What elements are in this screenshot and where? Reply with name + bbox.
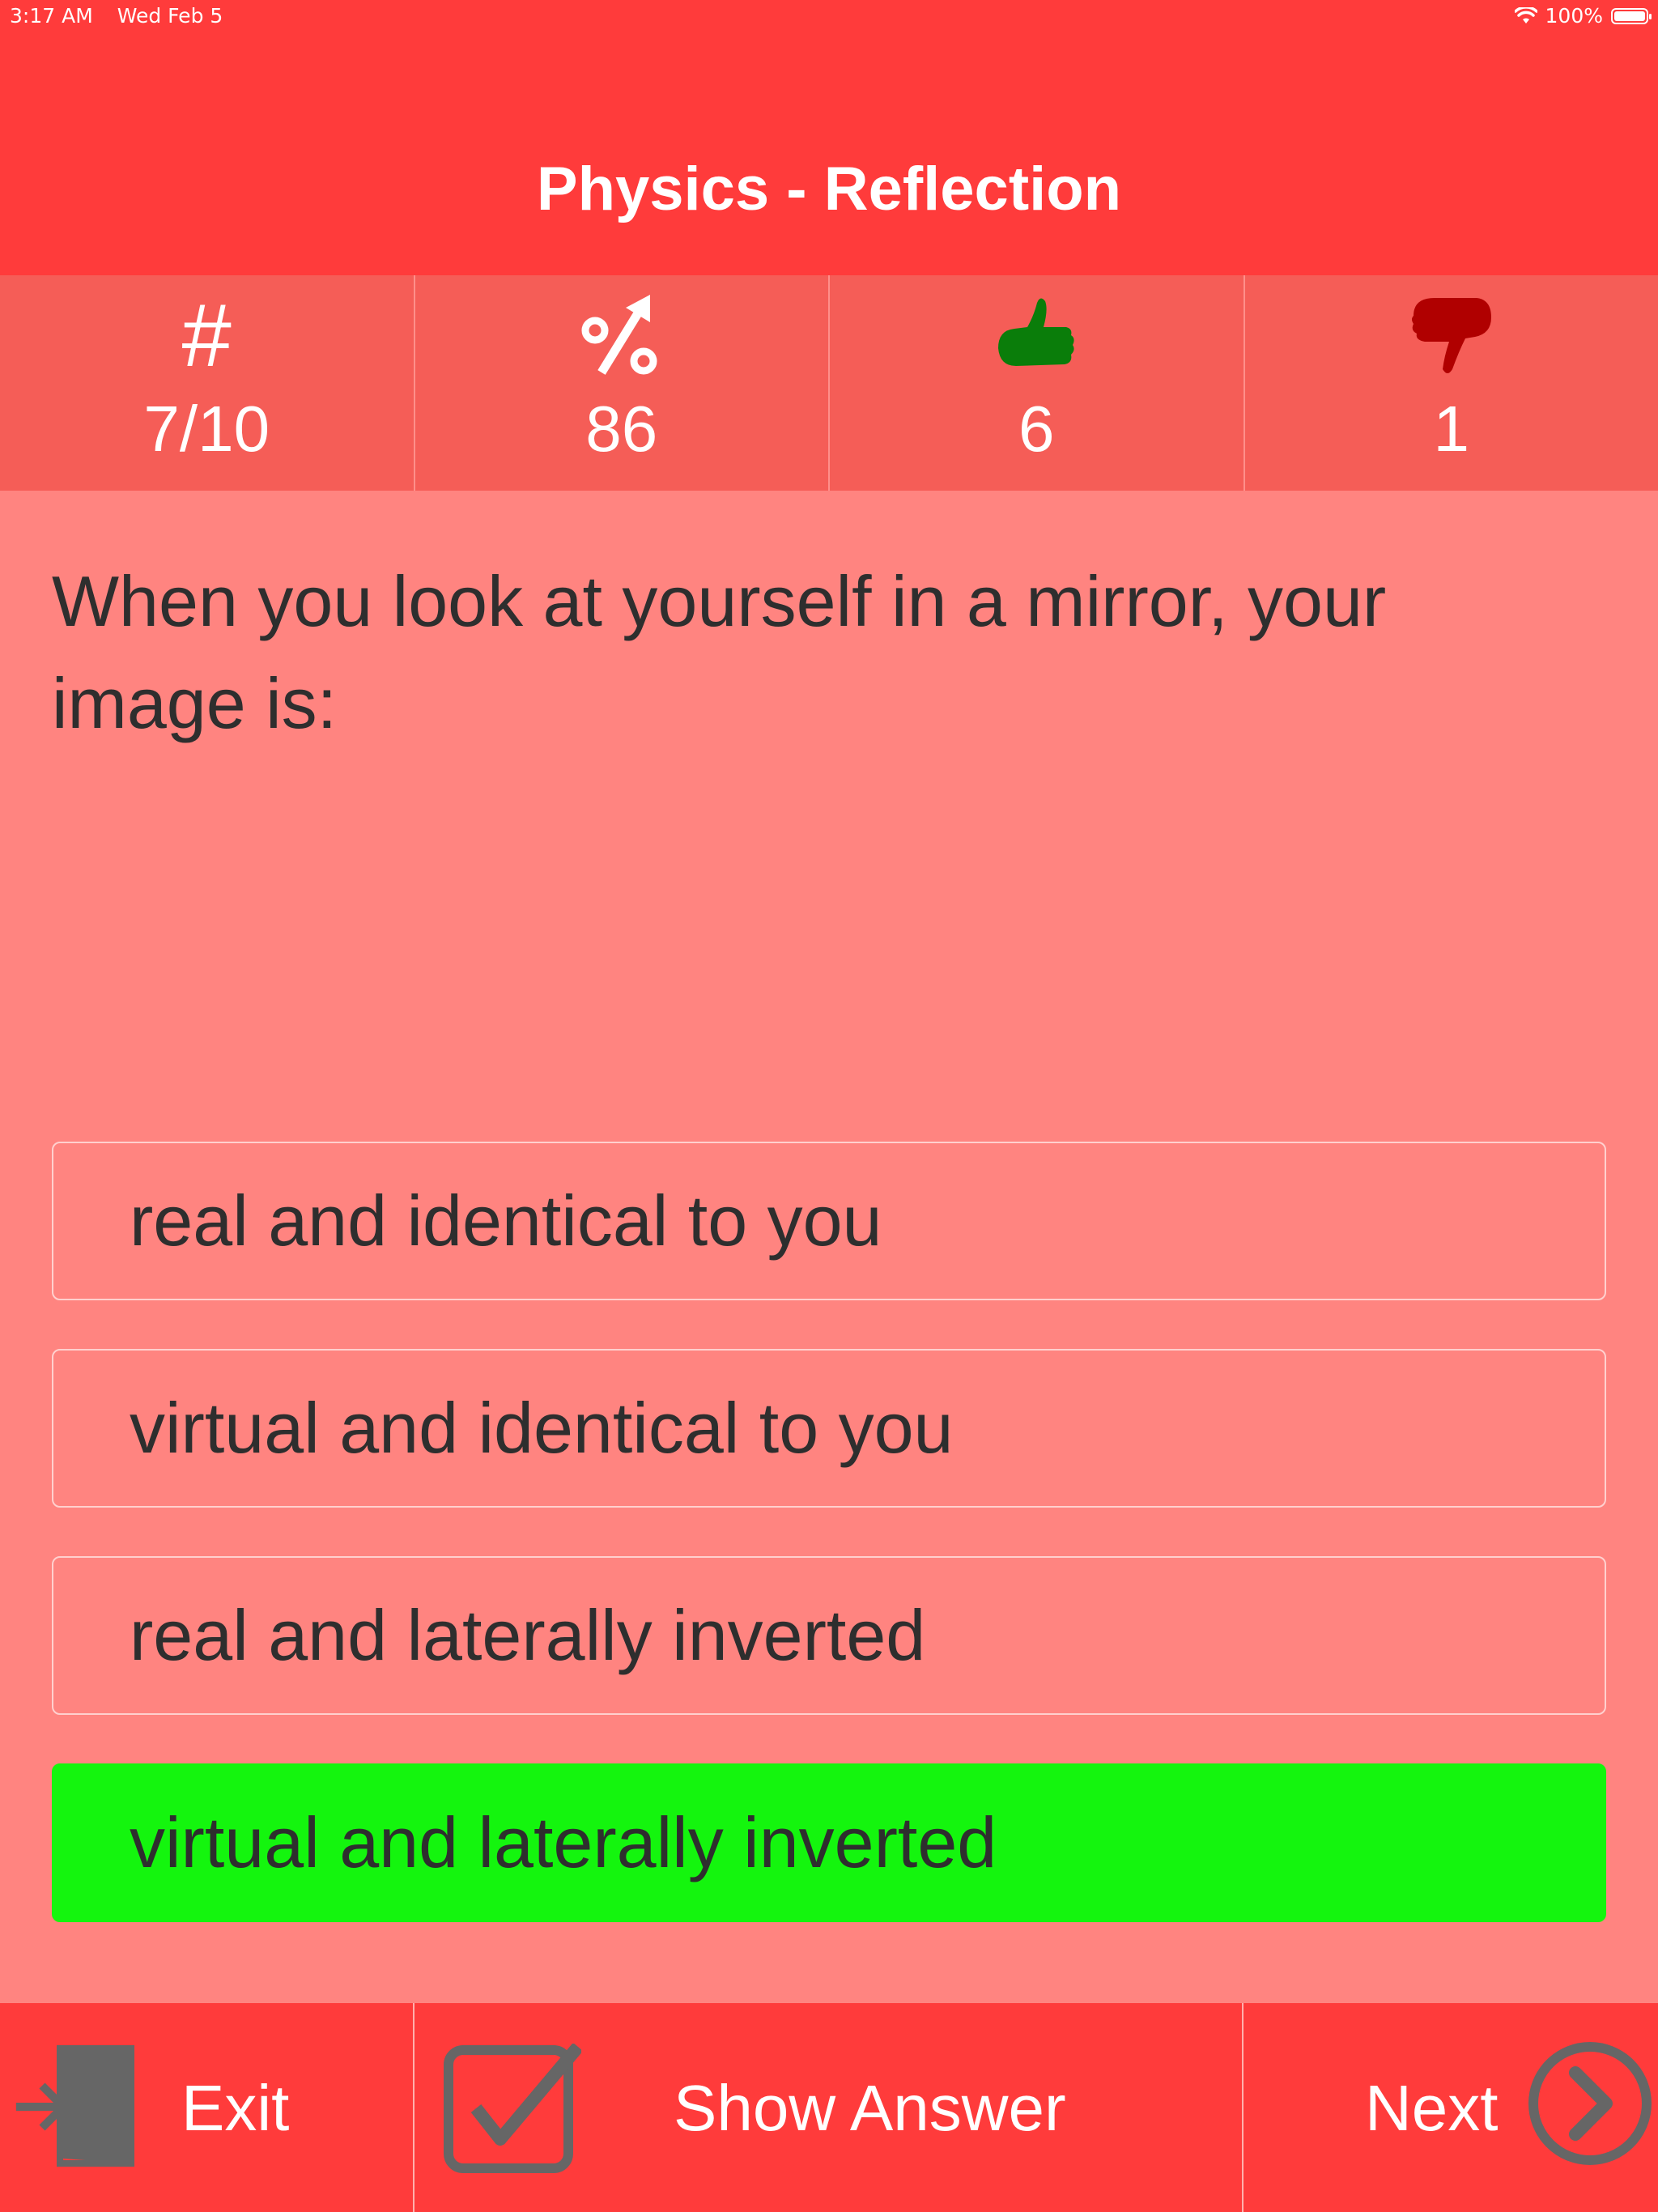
status-date: Wed Feb 5 [117,4,223,28]
exit-button[interactable]: Exit [0,2003,414,2212]
correct-count: 6 [1018,393,1055,465]
page-title: Physics - Reflection [536,155,1122,223]
stat-percent: 86 [415,275,830,491]
answer-label: real and laterally inverted [130,1595,926,1675]
answer-label: real and identical to you [130,1180,882,1261]
stat-correct: 6 [830,275,1245,491]
next-button[interactable]: Next [1244,2003,1658,2212]
thumbs-down-icon [1411,298,1491,373]
answer-option-3[interactable]: real and laterally inverted [52,1556,1606,1715]
percent-value: 86 [585,393,658,465]
percent-up-icon [581,295,657,375]
status-left: 3:17 AM Wed Feb 5 [10,4,240,28]
question-text: When you look at yourself in a mirror, y… [52,561,1387,743]
checkbox-checked-icon [444,2044,581,2173]
status-time: 3:17 AM [10,4,93,28]
answer-label: virtual and laterally inverted [130,1802,997,1882]
battery-percent: 100% [1545,4,1603,28]
stat-progress: # 7/10 [0,275,415,491]
answer-option-2[interactable]: virtual and identical to you [52,1349,1606,1508]
status-bar: 3:17 AM Wed Feb 5 100% [0,0,1658,32]
progress-value: 7/10 [143,393,270,465]
status-right: 100% [1514,4,1652,28]
show-answer-label: Show Answer [674,2072,1066,2144]
hash-icon: # [181,286,232,385]
answer-option-4[interactable]: virtual and laterally inverted [52,1763,1606,1922]
chevron-right-circle-icon [1528,2042,1652,2165]
exit-label: Exit [181,2072,290,2144]
answer-option-1[interactable]: real and identical to you [52,1142,1606,1300]
nav-bar: Physics - Reflection [0,32,1658,275]
wifi-icon [1514,6,1537,23]
next-label: Next [1365,2072,1499,2144]
stat-wrong: 1 [1245,275,1658,491]
show-answer-button[interactable]: Show Answer [414,2003,1244,2212]
thumbs-up-icon [998,298,1074,366]
bottom-toolbar: Exit Show Answer Next [0,2003,1658,2212]
answer-label: virtual and identical to you [130,1388,954,1468]
wrong-count: 1 [1433,393,1470,465]
stats-row: # 7/10 86 6 1 [0,275,1658,491]
battery-icon [1611,7,1652,24]
exit-door-icon [16,2045,134,2167]
